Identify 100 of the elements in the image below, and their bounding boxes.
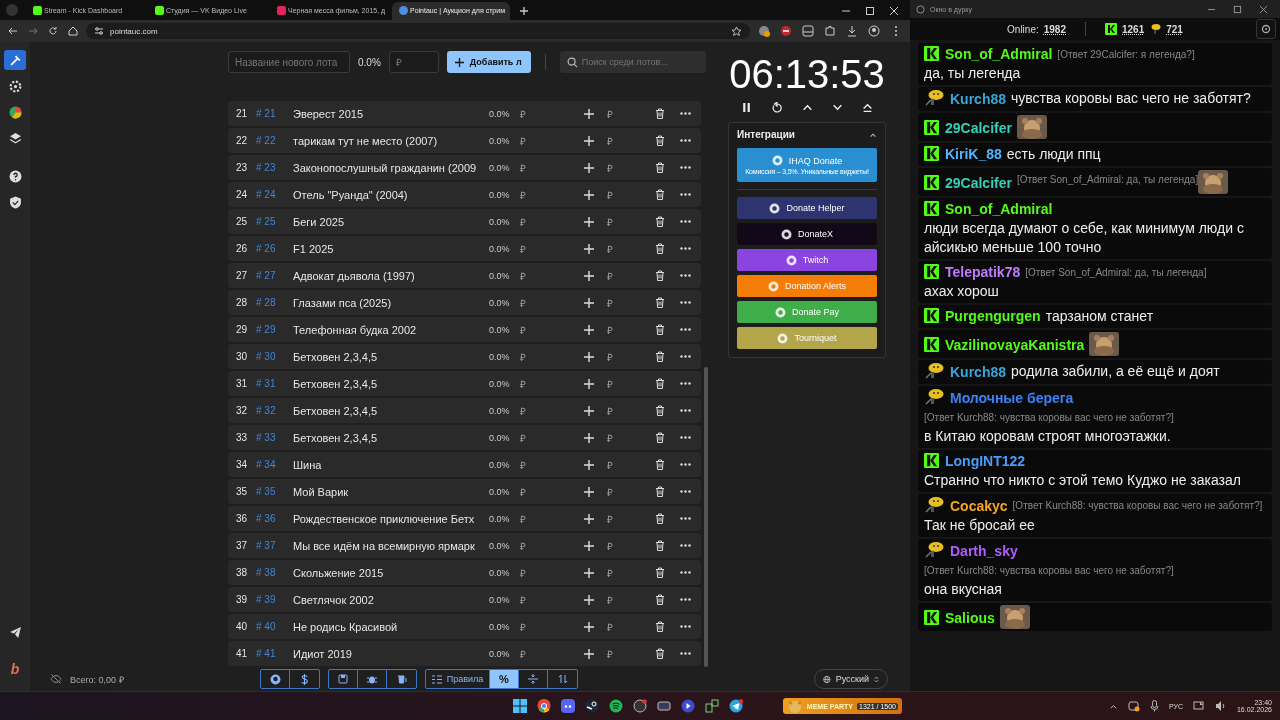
more-icon[interactable] xyxy=(680,544,691,547)
add-icon[interactable] xyxy=(584,486,594,497)
download-icon[interactable] xyxy=(846,25,858,37)
window-icon[interactable] xyxy=(802,25,814,37)
more-icon[interactable] xyxy=(680,274,691,277)
username[interactable]: Salious xyxy=(945,610,995,626)
username[interactable]: Молочные берега xyxy=(950,390,1074,406)
hammer-icon[interactable] xyxy=(4,50,26,70)
amount-field[interactable]: ₽ xyxy=(388,51,439,73)
add-icon[interactable] xyxy=(584,621,594,632)
username[interactable]: KiriK_88 xyxy=(945,146,1002,162)
username[interactable]: Telepatik78 xyxy=(945,264,1021,280)
speaker-icon[interactable] xyxy=(1214,700,1227,712)
username[interactable]: Cocakyc xyxy=(950,498,1008,514)
send-icon[interactable] xyxy=(8,626,22,639)
add-amount-field[interactable]: ₽ xyxy=(607,295,655,310)
pause-icon[interactable] xyxy=(741,102,753,113)
more-icon[interactable] xyxy=(680,328,691,331)
trash-icon[interactable] xyxy=(655,621,665,632)
close-icon[interactable] xyxy=(1259,4,1268,14)
trash-icon[interactable] xyxy=(655,162,665,173)
more-icon[interactable] xyxy=(680,598,691,601)
add-amount-field[interactable]: ₽ xyxy=(607,430,655,445)
add-amount-field[interactable]: ₽ xyxy=(607,106,655,121)
trash-icon[interactable] xyxy=(655,324,665,335)
add-icon[interactable] xyxy=(584,594,594,605)
add-icon[interactable] xyxy=(584,432,594,443)
add-icon[interactable] xyxy=(584,648,594,659)
trash-icon[interactable] xyxy=(655,270,665,281)
home-icon[interactable] xyxy=(68,26,78,36)
more-icon[interactable] xyxy=(680,517,691,520)
add-amount-field[interactable]: ₽ xyxy=(607,484,655,499)
add-lot-button[interactable]: Добавить л xyxy=(446,51,531,73)
trash-icon[interactable] xyxy=(655,432,665,443)
lot-name-field[interactable]: Название нового лота xyxy=(228,51,350,73)
more-icon[interactable] xyxy=(680,220,691,223)
trash-icon[interactable] xyxy=(655,378,665,389)
add-icon[interactable] xyxy=(584,378,594,389)
trash-icon[interactable] xyxy=(655,405,665,416)
mode-button[interactable]: % xyxy=(490,670,519,688)
more-icon[interactable] xyxy=(680,193,691,196)
integration-button[interactable]: Donate Helper xyxy=(737,197,877,219)
maximize-icon[interactable] xyxy=(1233,4,1242,14)
username[interactable]: Son_of_Admiral xyxy=(945,46,1053,62)
star-icon[interactable] xyxy=(731,25,742,37)
scrollbar[interactable] xyxy=(704,367,708,667)
sync-icon[interactable] xyxy=(1127,700,1140,712)
add-icon[interactable] xyxy=(584,135,594,146)
add-icon[interactable] xyxy=(584,405,594,416)
username[interactable]: Son_of_Admiral xyxy=(945,201,1053,217)
trash-icon[interactable] xyxy=(655,594,665,605)
add-amount-field[interactable]: ₽ xyxy=(607,619,655,634)
add-icon[interactable] xyxy=(584,513,594,524)
close-icon[interactable] xyxy=(889,6,899,16)
add-amount-field[interactable]: ₽ xyxy=(607,538,655,553)
add-amount-field[interactable]: ₽ xyxy=(607,268,655,283)
add-icon[interactable] xyxy=(584,216,594,227)
chevron-up-icon[interactable] xyxy=(802,102,813,113)
restart-icon[interactable] xyxy=(771,102,784,114)
more-icon[interactable] xyxy=(680,139,691,142)
send-icon[interactable] xyxy=(728,699,743,713)
username[interactable]: Purgengurgen xyxy=(945,308,1041,324)
more-icon[interactable] xyxy=(680,301,691,304)
more-icon[interactable] xyxy=(680,436,691,439)
trash-icon[interactable] xyxy=(655,648,665,659)
maximize-icon[interactable] xyxy=(865,6,875,16)
browser-icon[interactable] xyxy=(536,699,551,713)
back-icon[interactable] xyxy=(8,26,18,36)
more-icon[interactable] xyxy=(680,463,691,466)
add-amount-field[interactable]: ₽ xyxy=(607,214,655,229)
add-amount-field[interactable]: ₽ xyxy=(607,376,655,391)
settings-button[interactable] xyxy=(1256,19,1276,39)
add-amount-field[interactable]: ₽ xyxy=(607,160,655,175)
forward-icon[interactable] xyxy=(28,26,38,36)
more-icon[interactable] xyxy=(680,247,691,250)
add-amount-field[interactable]: ₽ xyxy=(607,187,655,202)
address-field[interactable]: pointauc.com xyxy=(86,23,750,39)
add-icon[interactable] xyxy=(584,162,594,173)
trash-icon[interactable] xyxy=(655,540,665,551)
more-icon[interactable] xyxy=(680,112,691,115)
more-icon[interactable] xyxy=(680,571,691,574)
add-icon[interactable] xyxy=(584,297,594,308)
username[interactable]: 29Calcifer xyxy=(945,120,1012,136)
more-icon[interactable] xyxy=(680,166,691,169)
more-icon[interactable] xyxy=(680,652,691,655)
more-icon[interactable] xyxy=(680,409,691,412)
add-amount-field[interactable]: ₽ xyxy=(607,457,655,472)
puzzle-icon[interactable] xyxy=(824,25,836,37)
username[interactable]: LongINT122 xyxy=(945,453,1026,469)
trash-icon[interactable] xyxy=(655,189,665,200)
monitor-icon[interactable] xyxy=(1192,700,1205,712)
add-icon[interactable] xyxy=(584,351,594,362)
add-amount-field[interactable]: ₽ xyxy=(607,241,655,256)
new-tab-icon[interactable] xyxy=(519,6,529,16)
add-icon[interactable] xyxy=(584,540,594,551)
app-icon[interactable] xyxy=(632,699,647,713)
reload-icon[interactable] xyxy=(48,26,58,36)
block-icon[interactable] xyxy=(780,25,792,37)
more-icon[interactable] xyxy=(680,625,691,628)
add-icon[interactable] xyxy=(584,324,594,335)
